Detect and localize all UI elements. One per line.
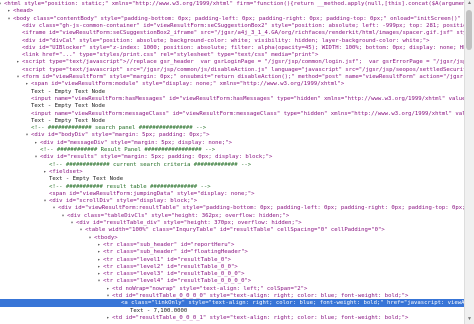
html-tag: <td id="resultTable_0_0_0_1" style="text… bbox=[112, 314, 409, 321]
expanded-arrow-icon[interactable]: ▾ bbox=[24, 132, 30, 138]
collapsed-arrow-icon[interactable]: ▸ bbox=[105, 286, 111, 292]
expanded-arrow-icon[interactable]: ▾ bbox=[105, 293, 111, 299]
vertical-scrollbar[interactable]: ▲ ▼ bbox=[464, 0, 474, 324]
collapsed-arrow-icon[interactable]: ▸ bbox=[42, 169, 48, 175]
collapsed-arrow-icon[interactable]: ▸ bbox=[96, 242, 102, 248]
collapsed-arrow-icon[interactable]: ▸ bbox=[105, 315, 111, 321]
expanded-arrow-icon[interactable]: ▾ bbox=[42, 198, 48, 204]
collapsed-arrow-icon[interactable]: ▸ bbox=[6, 8, 12, 14]
expanded-arrow-icon[interactable]: ▾ bbox=[15, 74, 21, 80]
expanded-arrow-icon[interactable]: ▾ bbox=[78, 227, 84, 233]
expanded-arrow-icon[interactable]: ▾ bbox=[6, 16, 12, 22]
collapsed-arrow-icon[interactable]: ▸ bbox=[96, 257, 102, 263]
expanded-arrow-icon[interactable]: ▾ bbox=[60, 213, 66, 219]
scroll-up-arrow-icon[interactable]: ▲ bbox=[466, 0, 473, 8]
dom-tree-panel: ▾<html style="position: static;" xmlns="… bbox=[0, 0, 474, 324]
expanded-arrow-icon[interactable]: ▾ bbox=[96, 278, 102, 284]
collapsed-arrow-icon[interactable]: ▸ bbox=[96, 249, 102, 255]
scroll-thumb[interactable] bbox=[466, 10, 472, 50]
expanded-arrow-icon[interactable]: ▾ bbox=[69, 220, 75, 226]
scroll-down-arrow-icon[interactable]: ▼ bbox=[466, 316, 473, 324]
dom-node-row[interactable]: ▸ <td id="resultTable_0_0_0_1" style="tex… bbox=[0, 314, 474, 322]
collapsed-arrow-icon[interactable]: ▸ bbox=[96, 271, 102, 277]
collapsed-arrow-icon[interactable]: ▸ bbox=[33, 140, 39, 146]
expanded-arrow-icon[interactable]: ▾ bbox=[33, 154, 39, 160]
expanded-arrow-icon[interactable]: ▾ bbox=[51, 205, 57, 211]
collapsed-arrow-icon[interactable]: ▸ bbox=[24, 81, 30, 87]
collapsed-arrow-icon[interactable]: ▸ bbox=[96, 264, 102, 270]
collapsed-arrow-icon[interactable]: ▸ bbox=[15, 59, 21, 65]
expanded-arrow-icon[interactable]: ▾ bbox=[0, 1, 3, 7]
expanded-arrow-icon[interactable]: ▾ bbox=[87, 235, 93, 241]
